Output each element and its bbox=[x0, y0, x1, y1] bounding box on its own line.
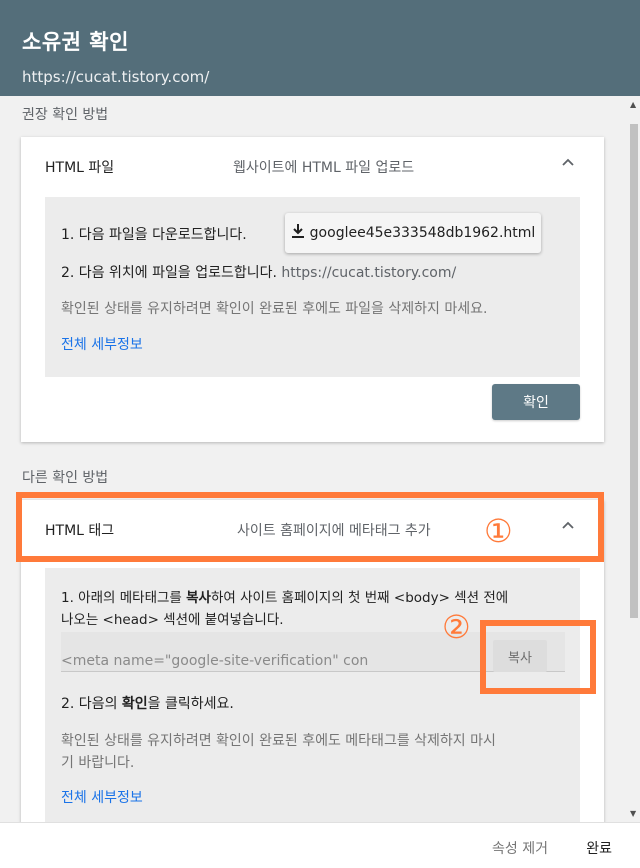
html-file-step1: 1. 다음 파일을 다운로드합니다. bbox=[61, 227, 247, 243]
remove-property-button[interactable]: 속성 제거 bbox=[492, 838, 548, 858]
html-file-step2: 2. 다음 위치에 파일을 업로드합니다. https://cucat.tist… bbox=[61, 262, 456, 282]
html-tag-step2-c: 을 클릭하세요. bbox=[147, 696, 234, 712]
annotation-marker-2: ② bbox=[442, 608, 471, 646]
html-tag-step2: 2. 다음의 확인을 클릭하세요. bbox=[61, 693, 234, 713]
download-file-name: googlee45e333548db1962.html bbox=[309, 225, 536, 241]
html-tag-step2-a: 2. 다음의 bbox=[61, 696, 122, 712]
done-button[interactable]: 완료 bbox=[586, 838, 612, 858]
download-icon bbox=[291, 223, 305, 243]
html-file-step2-text: 2. 다음 위치에 파일을 업로드합니다. bbox=[61, 265, 277, 281]
annotation-marker-1: ① bbox=[484, 512, 513, 550]
html-file-keep-note: 확인된 상태를 유지하려면 확인이 완료된 후에도 파일을 삭제하지 마세요. bbox=[61, 301, 488, 317]
html-file-instructions: 1. 다음 파일을 다운로드합니다. googlee45e333548db196… bbox=[45, 197, 580, 377]
html-tag-keep-note-line2: 기 바랍니다. bbox=[61, 755, 135, 771]
html-tag-details-link[interactable]: 전체 세부정보 bbox=[61, 787, 143, 807]
meta-tag-field[interactable]: <meta name="google-site-verification" co… bbox=[61, 632, 565, 672]
html-tag-card-header[interactable]: HTML 태그 사이트 홈페이지에 메타태그 추가 bbox=[21, 500, 604, 560]
download-file-button[interactable]: googlee45e333548db1962.html bbox=[285, 213, 541, 253]
upload-location-url: https://cucat.tistory.com/ bbox=[281, 265, 457, 281]
html-tag-keep-note-line1: 확인된 상태를 유지하려면 확인이 완료된 후에도 메타태그를 삭제하지 마시 bbox=[61, 733, 496, 749]
chevron-up-icon[interactable] bbox=[562, 517, 574, 533]
html-file-title: HTML 파일 bbox=[45, 160, 115, 176]
html-tag-step2-confirm-word: 확인 bbox=[121, 696, 148, 712]
html-file-card: HTML 파일 웹사이트에 HTML 파일 업로드 1. 다음 파일을 다운로드… bbox=[21, 137, 604, 442]
html-file-details-link[interactable]: 전체 세부정보 bbox=[61, 334, 143, 354]
scroll-down-arrow-icon[interactable]: ▼ bbox=[630, 809, 636, 818]
dialog-title: 소유권 확인 bbox=[22, 30, 129, 54]
html-tag-step1: 1. 아래의 메타태그를 복사하여 사이트 홈페이지의 첫 번째 <body> … bbox=[61, 586, 508, 606]
scroll-up-arrow-icon[interactable]: ▲ bbox=[630, 100, 636, 109]
copy-button[interactable]: 복사 bbox=[493, 640, 547, 672]
recommended-method-label: 권장 확인 방법 bbox=[22, 107, 109, 123]
html-tag-step1-copy-word: 복사 bbox=[186, 590, 211, 606]
other-method-label: 다른 확인 방법 bbox=[22, 470, 109, 486]
dialog-content[interactable]: 권장 확인 방법 HTML 파일 웹사이트에 HTML 파일 업로드 1. 다음… bbox=[0, 96, 628, 822]
html-tag-step1-c: 하여 사이트 홈페이지의 첫 번째 <body> 섹션 전에 bbox=[210, 590, 509, 606]
scrollbar-thumb[interactable] bbox=[630, 124, 638, 618]
scrollbar[interactable]: ▲ ▼ bbox=[628, 96, 640, 822]
html-tag-step1-line2: 나오는 <head> 섹션에 붙여넣습니다. bbox=[61, 612, 284, 628]
html-tag-description: 사이트 홈페이지에 메타태그 추가 bbox=[237, 523, 431, 539]
confirm-button[interactable]: 확인 bbox=[492, 384, 580, 420]
html-file-description: 웹사이트에 HTML 파일 업로드 bbox=[233, 160, 415, 176]
property-url: https://cucat.tistory.com/ bbox=[22, 68, 210, 86]
dialog-header: 소유권 확인 https://cucat.tistory.com/ bbox=[0, 0, 640, 96]
html-tag-title: HTML 태그 bbox=[45, 523, 115, 539]
meta-tag-value: <meta name="google-site-verification" co… bbox=[61, 653, 369, 669]
html-tag-step1-a: 1. 아래의 메타태그를 bbox=[61, 590, 187, 606]
html-tag-instructions: 1. 아래의 메타태그를 복사하여 사이트 홈페이지의 첫 번째 <body> … bbox=[45, 568, 580, 822]
dialog-footer: 속성 제거 완료 bbox=[0, 822, 640, 868]
html-tag-card: HTML 태그 사이트 홈페이지에 메타태그 추가 1. 아래의 메타태그를 복… bbox=[21, 500, 604, 822]
html-file-card-header[interactable]: HTML 파일 웹사이트에 HTML 파일 업로드 bbox=[21, 137, 604, 197]
chevron-up-icon[interactable] bbox=[562, 154, 574, 170]
